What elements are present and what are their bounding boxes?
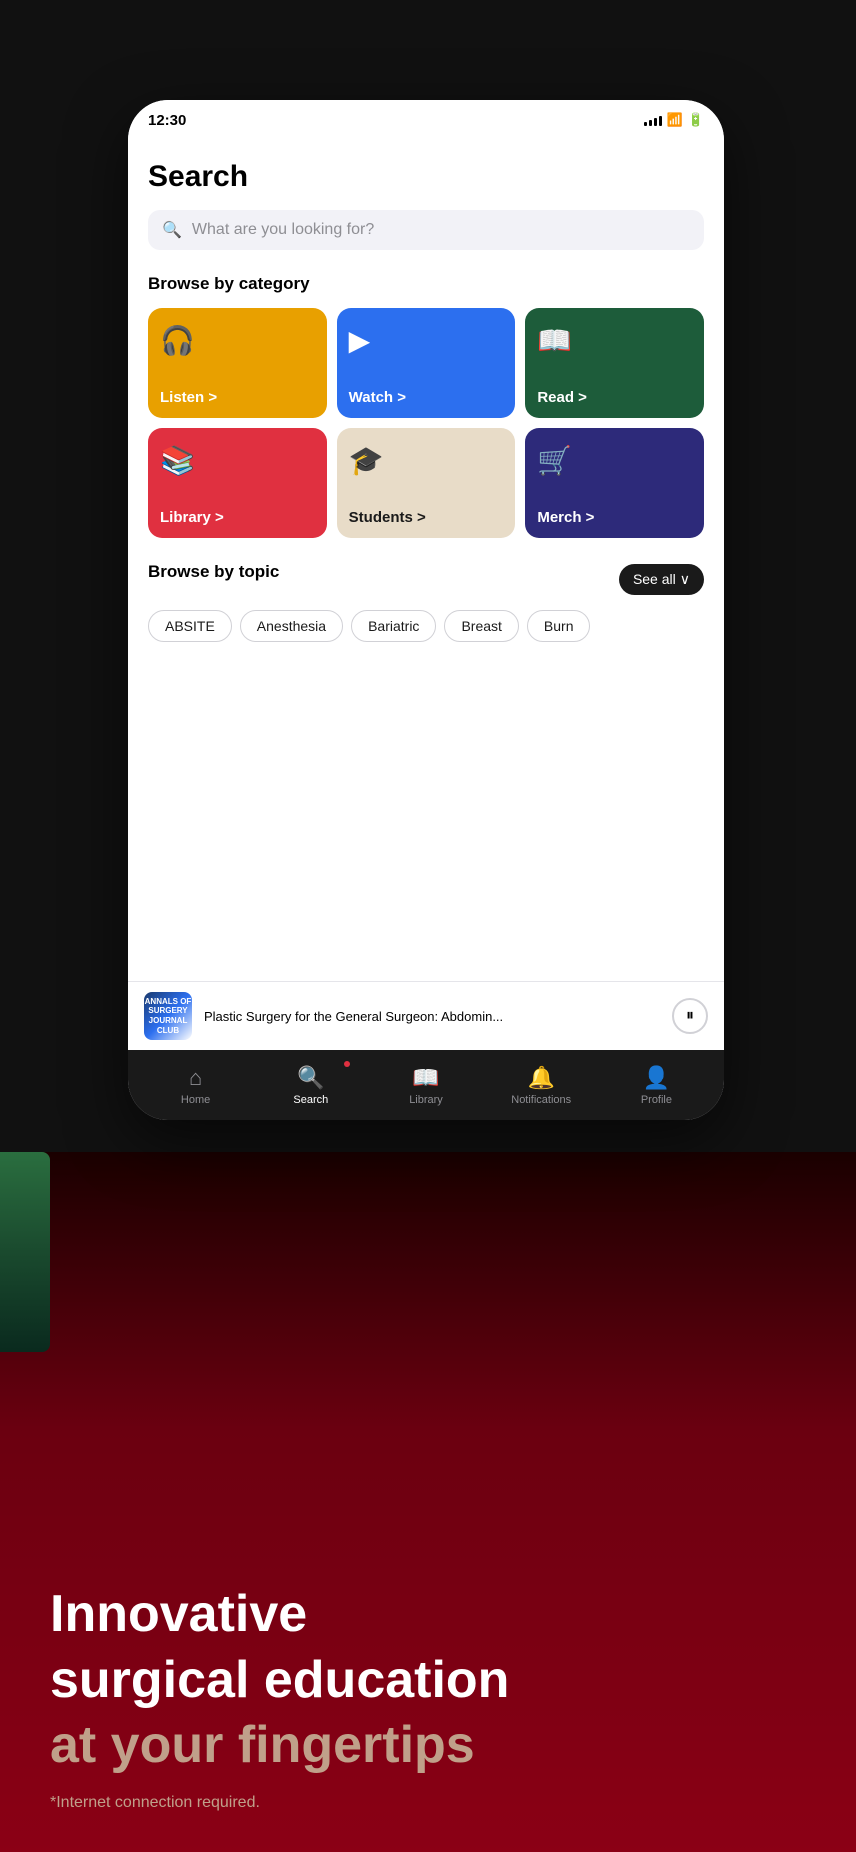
battery-icon: 🔋 (688, 112, 704, 128)
marketing-note: *Internet connection required. (50, 1794, 806, 1812)
read-icon: 📖 (537, 324, 572, 357)
library-label: Library > (160, 509, 224, 526)
marketing-line3: at your fingertips (50, 1717, 806, 1774)
topic-chip-anesthesia[interactable]: Anesthesia (240, 610, 343, 642)
topic-chips: ABSITE Anesthesia Bariatric Breast Burn (148, 610, 704, 642)
merch-icon: 🛒 (537, 444, 572, 477)
category-card-listen[interactable]: 🎧 Listen > (148, 308, 327, 418)
topic-section: Browse by topic See all ∨ ABSITE Anesthe… (148, 562, 704, 642)
topic-header: Browse by topic See all ∨ (148, 562, 704, 596)
category-card-merch[interactable]: 🛒 Merch > (525, 428, 704, 538)
marketing-section: Innovative surgical education at your fi… (0, 1152, 856, 1852)
category-card-students[interactable]: 🎓 Students > (337, 428, 516, 538)
pause-button[interactable]: ⏸ (672, 998, 708, 1034)
phone-frame: 12:30 📶 🔋 Search 🔍 What are you looking … (128, 100, 724, 1120)
now-playing-info: Plastic Surgery for the General Surgeon:… (204, 1009, 660, 1024)
library-nav-icon: 📖 (412, 1065, 439, 1091)
page-title: Search (148, 160, 704, 194)
status-bar: 12:30 📶 🔋 (128, 100, 724, 140)
topic-chip-bariatric[interactable]: Bariatric (351, 610, 436, 642)
library-icon: 📚 (160, 444, 195, 477)
nav-item-library[interactable]: 📖 Library (368, 1057, 483, 1114)
marketing-line2: surgical education (50, 1652, 806, 1709)
now-playing-thumbnail: ANNALS OF SURGERY JOURNAL CLUB (144, 992, 192, 1040)
watch-icon: ▶ (349, 324, 371, 357)
search-bar[interactable]: 🔍 What are you looking for? (148, 210, 704, 250)
category-section-header: Browse by category (148, 274, 704, 294)
nav-item-home[interactable]: ⌂ Home (138, 1057, 253, 1114)
marketing-line1: Innovative (50, 1586, 806, 1643)
listen-icon: 🎧 (160, 324, 195, 357)
marketing-title-line1: Innovative surgical education at your fi… (50, 1586, 806, 1794)
now-playing-title: Plastic Surgery for the General Surgeon:… (204, 1009, 660, 1024)
nav-label-profile: Profile (641, 1094, 672, 1106)
status-icons: 📶 🔋 (644, 112, 704, 128)
search-input-placeholder[interactable]: What are you looking for? (192, 221, 374, 239)
topic-section-header: Browse by topic (148, 562, 279, 582)
listen-label: Listen > (160, 389, 217, 406)
category-card-read[interactable]: 📖 Read > (525, 308, 704, 418)
watch-label: Watch > (349, 389, 406, 406)
nav-item-notifications[interactable]: 🔔 Notifications (484, 1057, 599, 1114)
pause-icon: ⏸ (686, 1007, 694, 1025)
profile-icon: 👤 (643, 1065, 670, 1091)
see-all-label: See all (633, 571, 676, 587)
nav-item-search[interactable]: 🔍 Search (253, 1057, 368, 1114)
topic-chip-burn[interactable]: Burn (527, 610, 591, 642)
search-icon: 🔍 (162, 220, 182, 240)
students-icon: 🎓 (349, 444, 384, 477)
marketing-side-image (0, 1152, 50, 1352)
see-all-button[interactable]: See all ∨ (619, 564, 704, 595)
nav-item-profile[interactable]: 👤 Profile (599, 1057, 714, 1114)
nav-label-search: Search (293, 1094, 328, 1106)
signal-icon (644, 114, 662, 126)
search-nav-icon: 🔍 (297, 1065, 324, 1091)
topic-chip-absite[interactable]: ABSITE (148, 610, 232, 642)
category-card-library[interactable]: 📚 Library > (148, 428, 327, 538)
category-grid: 🎧 Listen > ▶ Watch > 📖 Read > 📚 Library … (148, 308, 704, 538)
nav-label-notifications: Notifications (511, 1094, 571, 1106)
thumbnail-text: ANNALS OF SURGERY JOURNAL CLUB (144, 992, 192, 1040)
topic-chip-breast[interactable]: Breast (444, 610, 518, 642)
nav-label-library: Library (409, 1094, 443, 1106)
now-playing-bar[interactable]: ANNALS OF SURGERY JOURNAL CLUB Plastic S… (128, 981, 724, 1050)
category-card-watch[interactable]: ▶ Watch > (337, 308, 516, 418)
status-time: 12:30 (148, 112, 186, 129)
students-label: Students > (349, 509, 426, 526)
notifications-icon: 🔔 (528, 1065, 555, 1091)
chevron-down-icon: ∨ (680, 571, 690, 588)
content-area: Search 🔍 What are you looking for? Brows… (128, 140, 724, 1050)
read-label: Read > (537, 389, 587, 406)
search-notification-dot (344, 1061, 350, 1067)
bottom-nav: ⌂ Home 🔍 Search 📖 Library 🔔 Notification… (128, 1050, 724, 1120)
merch-label: Merch > (537, 509, 594, 526)
nav-label-home: Home (181, 1094, 210, 1106)
wifi-icon: 📶 (667, 112, 683, 128)
home-icon: ⌂ (189, 1065, 202, 1091)
